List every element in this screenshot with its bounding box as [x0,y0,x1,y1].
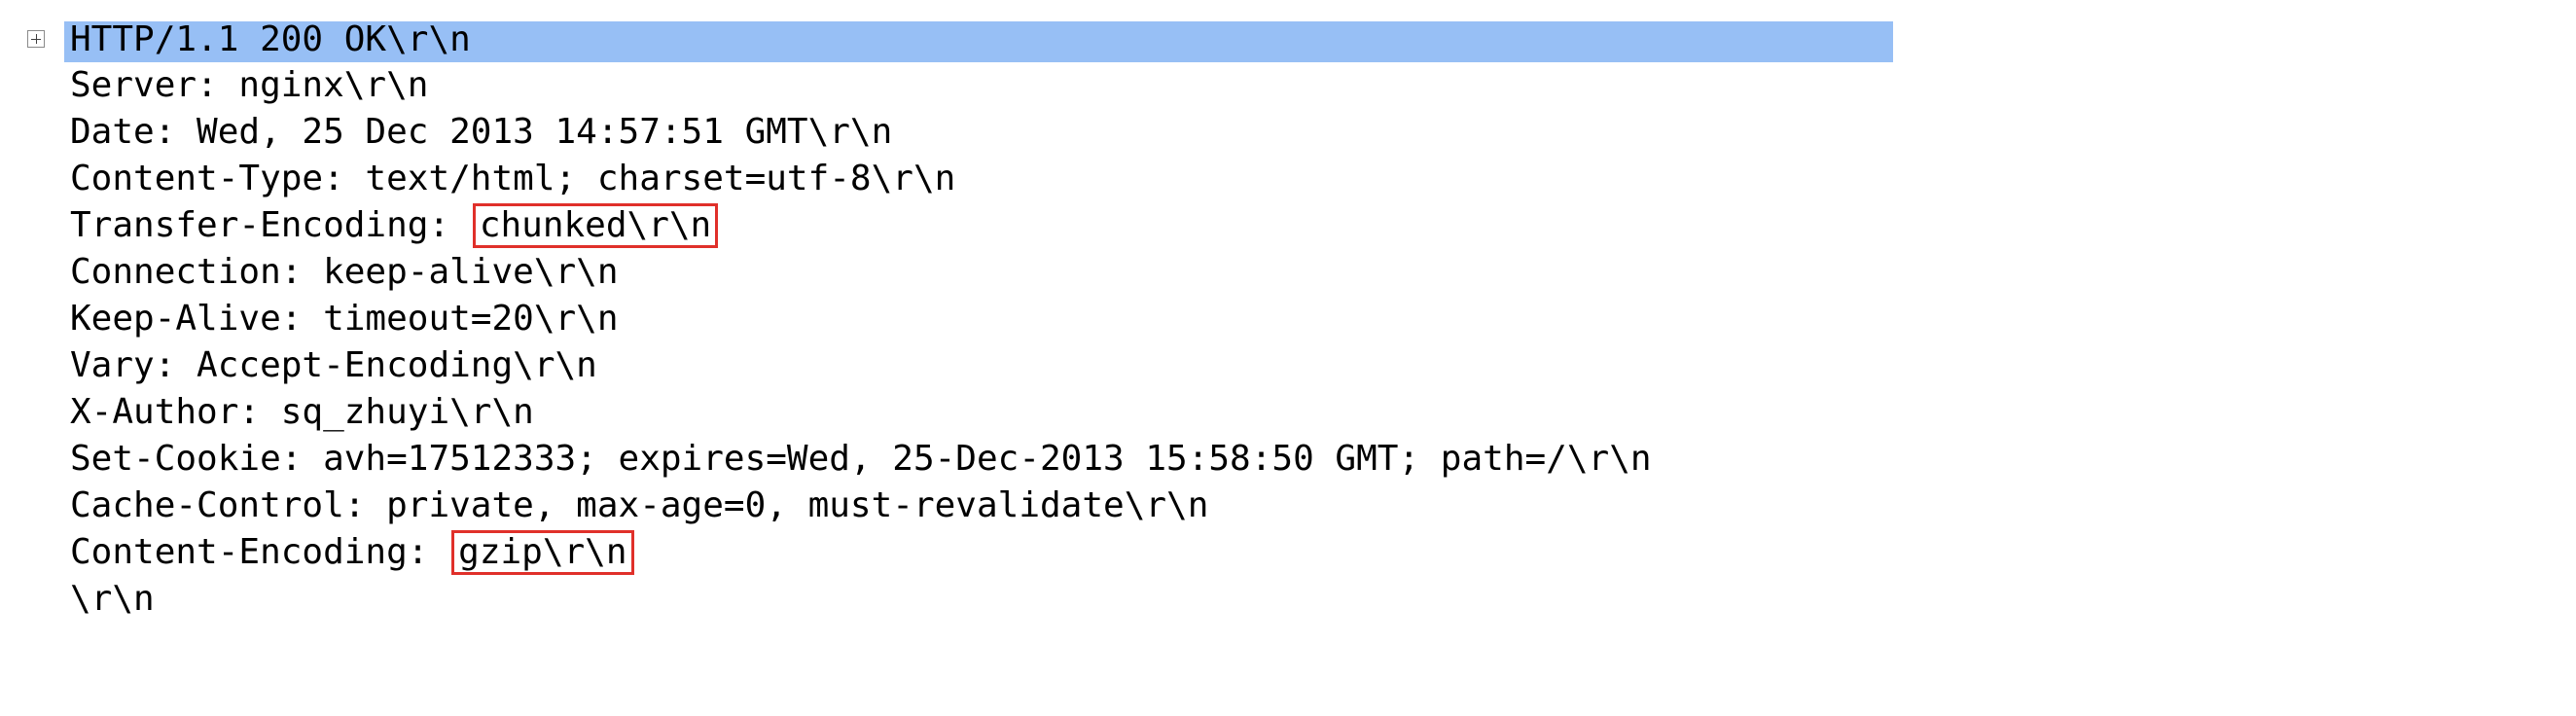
header-transfer-encoding: Transfer-Encoding: chunked\r\n [70,202,719,249]
header-server: Server: nginx\r\n [70,65,429,105]
status-line-text: HTTP/1.1 200 OK\r\n [70,19,471,59]
header-date: Date: Wed, 25 Dec 2013 14:57:51 GMT\r\n [70,112,893,152]
tree-row-header[interactable]: \r\n [21,576,1870,623]
tree-row-header[interactable]: X-Author: sq_zhuyi\r\n [21,389,1870,436]
tree-row-header[interactable]: Connection: keep-alive\r\n [21,249,1870,296]
header-content-encoding: Content-Encoding: gzip\r\n [70,529,634,576]
chunked-highlight-box: chunked\r\n [472,203,719,248]
header-connection: Connection: keep-alive\r\n [70,252,619,292]
tree-row-header[interactable]: Vary: Accept-Encoding\r\n [21,342,1870,389]
content-encoding-label: Content-Encoding: [70,532,450,572]
header-keep-alive: Keep-Alive: timeout=20\r\n [70,299,619,339]
tree-row-header[interactable]: Server: nginx\r\n [21,62,1870,109]
tree-row-status-line[interactable]: HTTP/1.1 200 OK\r\n [21,18,1893,62]
gzip-highlight-box: gzip\r\n [451,530,634,575]
packet-details-tree: HTTP/1.1 200 OK\r\n Server: nginx\r\n Da… [21,18,1893,623]
expand-plus-icon[interactable] [27,30,45,48]
header-terminator: \r\n [70,579,155,619]
header-set-cookie: Set-Cookie: avh=17512333; expires=Wed, 2… [70,439,1652,479]
tree-row-header[interactable]: Cache-Control: private, max-age=0, must-… [21,483,1870,529]
tree-row-header[interactable]: Set-Cookie: avh=17512333; expires=Wed, 2… [21,436,1870,483]
header-vary: Vary: Accept-Encoding\r\n [70,345,597,385]
tree-row-header[interactable]: Date: Wed, 25 Dec 2013 14:57:51 GMT\r\n [21,109,1870,156]
header-x-author: X-Author: sq_zhuyi\r\n [70,392,534,432]
tree-row-header[interactable]: Content-Encoding: gzip\r\n [21,529,1870,576]
header-content-type: Content-Type: text/html; charset=utf-8\r… [70,159,956,198]
transfer-encoding-label: Transfer-Encoding: [70,205,471,245]
header-cache-control: Cache-Control: private, max-age=0, must-… [70,485,1209,525]
tree-row-header[interactable]: Keep-Alive: timeout=20\r\n [21,296,1870,342]
tree-row-header[interactable]: Transfer-Encoding: chunked\r\n [21,202,1870,249]
tree-row-header[interactable]: Content-Type: text/html; charset=utf-8\r… [21,156,1870,202]
